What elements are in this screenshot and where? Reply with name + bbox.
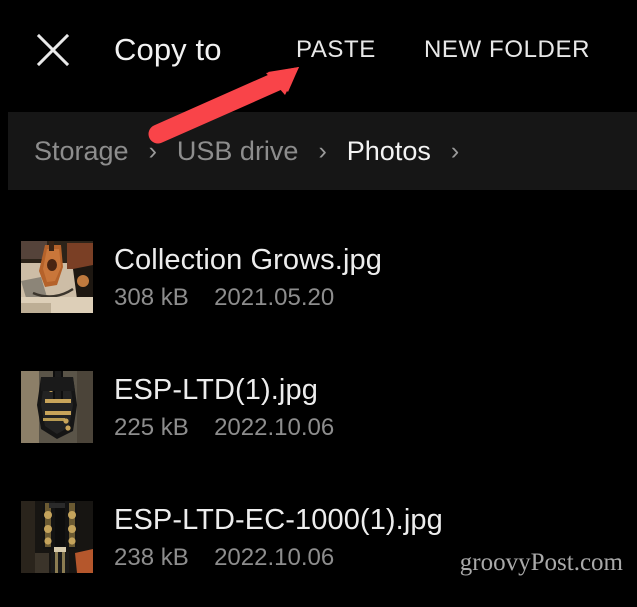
- close-x-icon: [31, 28, 75, 72]
- guitar-headstock-photo-thumbnail: [21, 501, 93, 573]
- file-info: ESP-LTD(1).jpg 225 kB 2022.10.06: [114, 371, 334, 443]
- file-meta: 225 kB 2022.10.06: [114, 413, 334, 443]
- file-size: 238 kB: [114, 544, 189, 571]
- file-date: 2022.10.06: [214, 414, 335, 441]
- acoustic-guitars-photo-thumbnail: [21, 241, 93, 313]
- breadcrumb-item-usb-drive[interactable]: USB drive: [177, 133, 299, 169]
- file-name: ESP-LTD(1).jpg: [114, 374, 318, 406]
- file-size: 308 kB: [114, 284, 189, 311]
- file-date: 2022.10.06: [214, 544, 335, 571]
- breadcrumb: Storage › USB drive › Photos ›: [8, 112, 637, 190]
- list-item[interactable]: Collection Grows.jpg 308 kB 2021.05.20: [0, 212, 637, 342]
- file-name: Collection Grows.jpg: [114, 244, 382, 276]
- close-button[interactable]: [31, 28, 75, 72]
- file-size: 225 kB: [114, 414, 189, 441]
- breadcrumb-item-storage[interactable]: Storage: [34, 133, 129, 169]
- chevron-right-icon: ›: [318, 137, 327, 165]
- file-meta: 308 kB 2021.05.20: [114, 283, 382, 313]
- file-meta: 238 kB 2022.10.06: [114, 543, 443, 573]
- file-list: Collection Grows.jpg 308 kB 2021.05.20 E…: [0, 212, 637, 602]
- chevron-right-icon: ›: [148, 137, 157, 165]
- paste-button[interactable]: PASTE: [296, 33, 376, 67]
- app-bar: Copy to PASTE NEW FOLDER: [0, 0, 637, 100]
- watermark: groovyPost.com: [459, 549, 623, 576]
- file-name: ESP-LTD-EC-1000(1).jpg: [114, 504, 443, 536]
- list-item[interactable]: ESP-LTD-EC-1000(1).jpg 238 kB 2022.10.06: [0, 472, 637, 602]
- black-electric-guitar-photo-thumbnail: [21, 371, 93, 443]
- file-info: ESP-LTD-EC-1000(1).jpg 238 kB 2022.10.06: [114, 501, 443, 573]
- new-folder-button[interactable]: NEW FOLDER: [424, 33, 590, 67]
- page-title: Copy to: [114, 32, 222, 67]
- file-info: Collection Grows.jpg 308 kB 2021.05.20: [114, 241, 382, 313]
- list-item[interactable]: ESP-LTD(1).jpg 225 kB 2022.10.06: [0, 342, 637, 472]
- file-date: 2021.05.20: [214, 284, 335, 311]
- breadcrumb-item-photos[interactable]: Photos: [347, 133, 431, 169]
- chevron-right-icon: ›: [450, 137, 460, 165]
